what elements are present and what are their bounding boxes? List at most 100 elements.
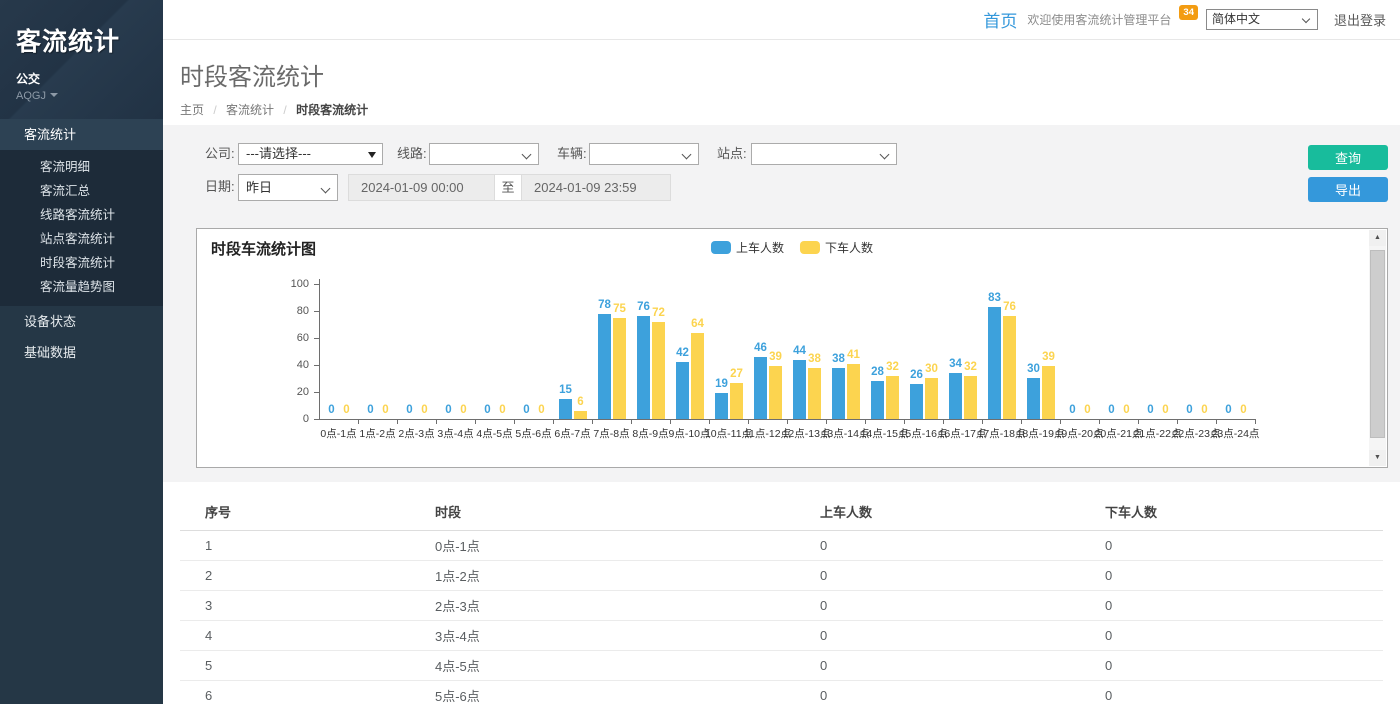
bar-下车人数-18 <box>1042 366 1055 419</box>
chart-panel: 时段车流统计图 上车人数 下车人数 0204060801000点-1点001点-… <box>196 228 1388 468</box>
x-tick-mark <box>748 420 749 424</box>
x-tick-mark <box>670 420 671 424</box>
x-tick-label: 7点-8点 <box>593 426 629 441</box>
breadcrumb-home[interactable]: 主页 <box>180 103 204 117</box>
date-preset-select[interactable]: 昨日 <box>238 174 338 201</box>
company-select[interactable]: ---请选择--- <box>238 143 383 165</box>
table-body: 10点-1点0021点-2点0032点-3点0043点-4点0054点-5点00… <box>180 531 1383 704</box>
welcome-text: 欢迎使用客流统计管理平台 <box>1027 11 1171 28</box>
sidebar: 客流统计 公交 AQGJ 客流统计客流明细客流汇总线路客流统计站点客流统计时段客… <box>0 0 163 704</box>
sidebar-item-0-3[interactable]: 站点客流统计 <box>0 227 163 251</box>
bar-上车人数-18 <box>1027 378 1040 419</box>
bar-value-label: 30 <box>918 363 945 375</box>
bar-value-label: 64 <box>684 318 711 330</box>
bar-value-label: 0 <box>1152 404 1179 416</box>
table-cell: 0 <box>1080 621 1383 651</box>
bar-上车人数-12 <box>793 360 806 419</box>
sidebar-section-0[interactable]: 客流统计 <box>0 119 163 150</box>
bar-value-label: 32 <box>879 361 906 373</box>
x-tick-mark <box>787 420 788 424</box>
date-to-input[interactable]: 2024-01-09 23:59 <box>521 174 671 201</box>
org-code-dropdown[interactable]: AQGJ <box>16 90 147 102</box>
home-link[interactable]: 首页 <box>983 7 1017 32</box>
bar-上车人数-16 <box>949 373 962 419</box>
sidebar-item-0-1[interactable]: 客流汇总 <box>0 179 163 203</box>
x-tick-mark <box>943 420 944 424</box>
table-cell: 3点-4点 <box>410 621 795 651</box>
sidebar-item-0-2[interactable]: 线路客流统计 <box>0 203 163 227</box>
y-tick-mark <box>314 284 319 285</box>
vehicle-select[interactable] <box>589 143 699 165</box>
scroll-down-icon[interactable]: ▼ <box>1369 450 1386 466</box>
bar-下车人数-14 <box>886 376 899 419</box>
sidebar-section-1[interactable]: 设备状态 <box>0 306 163 337</box>
table-cell: 0 <box>795 531 1080 561</box>
app-root: 客流统计 公交 AQGJ 客流统计客流明细客流汇总线路客流统计站点客流统计时段客… <box>0 0 1400 704</box>
x-tick-mark <box>1060 420 1061 424</box>
table-cell: 0 <box>1080 561 1383 591</box>
table-header-row: 序号时段上车人数下车人数 <box>180 494 1383 531</box>
notification-badge[interactable]: 34 <box>1179 5 1198 20</box>
table-header-cell: 下车人数 <box>1080 494 1383 531</box>
table-cell: 0 <box>1080 681 1383 704</box>
line-select[interactable] <box>429 143 539 165</box>
table-cell: 5点-6点 <box>410 681 795 704</box>
scrollbar-thumb[interactable] <box>1370 250 1385 438</box>
logout-link[interactable]: 退出登录 <box>1334 10 1386 29</box>
language-select[interactable]: 简体中文 <box>1206 9 1318 30</box>
station-select[interactable] <box>751 143 897 165</box>
company-label: 公司: <box>205 143 235 165</box>
table-cell: 0 <box>795 561 1080 591</box>
y-tick-mark <box>314 311 319 312</box>
x-tick-mark <box>1099 420 1100 424</box>
topbar: 首页 欢迎使用客流统计管理平台 34 简体中文 退出登录 <box>163 0 1400 40</box>
logo-area: 客流统计 公交 AQGJ <box>0 0 163 119</box>
sidebar-menu: 客流统计客流明细客流汇总线路客流统计站点客流统计时段客流统计客流量趋势图设备状态… <box>0 119 163 368</box>
bar-value-label: 0 <box>489 404 516 416</box>
query-button[interactable]: 查询 <box>1308 145 1388 170</box>
x-tick-label: 1点-2点 <box>359 426 395 441</box>
y-tick-label: 100 <box>279 278 309 290</box>
date-range-separator: 至 <box>494 174 522 201</box>
sidebar-item-0-5[interactable]: 客流量趋势图 <box>0 275 163 299</box>
sidebar-item-0-4[interactable]: 时段客流统计 <box>0 251 163 275</box>
bar-value-label: 0 <box>528 404 555 416</box>
table-cell: 0 <box>795 621 1080 651</box>
table-cell: 2点-3点 <box>410 591 795 621</box>
table-cell: 0 <box>1080 531 1383 561</box>
bar-value-label: 0 <box>372 404 399 416</box>
scroll-up-icon[interactable]: ▲ <box>1369 230 1386 246</box>
date-from-input[interactable]: 2024-01-09 00:00 <box>348 174 495 201</box>
bar-下车人数-16 <box>964 376 977 419</box>
table-cell: 0 <box>795 651 1080 681</box>
x-tick-label: 2点-3点 <box>398 426 434 441</box>
chart-scrollbar[interactable]: ▲ ▼ <box>1369 230 1386 466</box>
chevron-down-icon <box>880 150 890 160</box>
table-cell: 5 <box>180 651 410 681</box>
y-tick-label: 0 <box>279 413 309 425</box>
y-tick-label: 60 <box>279 332 309 344</box>
x-tick-mark <box>475 420 476 424</box>
passenger-table: 序号时段上车人数下车人数 10点-1点0021点-2点0032点-3点0043点… <box>180 494 1383 704</box>
bar-下车人数-8 <box>652 322 665 419</box>
bar-上车人数-8 <box>637 316 650 419</box>
breadcrumb-current: 时段客流统计 <box>296 103 368 117</box>
breadcrumb: 主页 / 客流统计 / 时段客流统计 <box>180 101 1400 118</box>
breadcrumb-parent[interactable]: 客流统计 <box>226 103 274 117</box>
x-tick-label: 5点-6点 <box>515 426 551 441</box>
table-header-cell: 时段 <box>410 494 795 531</box>
x-tick-mark <box>553 420 554 424</box>
line-label: 线路: <box>397 143 427 165</box>
table-row: 43点-4点00 <box>180 621 1383 651</box>
bar-value-label: 0 <box>1113 404 1140 416</box>
x-tick-mark <box>1216 420 1217 424</box>
sidebar-item-0-0[interactable]: 客流明细 <box>0 155 163 179</box>
export-button[interactable]: 导出 <box>1308 177 1388 202</box>
x-tick-label: 6点-7点 <box>554 426 590 441</box>
sidebar-section-2[interactable]: 基础数据 <box>0 337 163 368</box>
x-tick-mark <box>1177 420 1178 424</box>
x-tick-mark <box>358 420 359 424</box>
x-tick-label: 8点-9点 <box>632 426 668 441</box>
bar-上车人数-9 <box>676 362 689 419</box>
x-tick-label: 23点-24点 <box>1212 426 1260 441</box>
